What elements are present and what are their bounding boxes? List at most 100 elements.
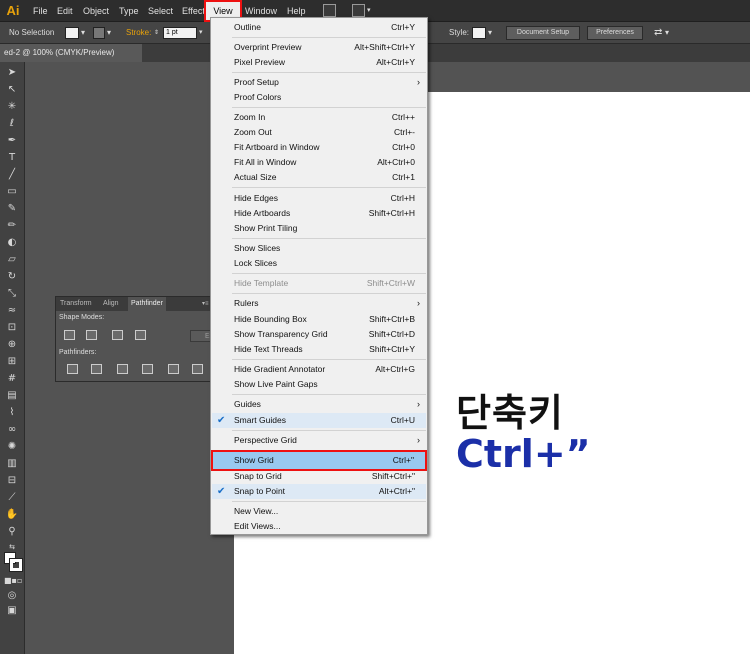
pen-tool-icon[interactable]: ✒ bbox=[4, 134, 20, 148]
blend-tool-icon[interactable]: ∞ bbox=[4, 423, 20, 437]
trim-icon[interactable] bbox=[91, 364, 102, 374]
selection-tool-icon[interactable]: ➤ bbox=[4, 66, 20, 80]
menu-item-guides[interactable]: Guides › bbox=[212, 397, 426, 412]
paintbrush-tool-icon[interactable]: ✎ bbox=[4, 202, 20, 216]
menu-item-overprint-preview[interactable]: Overprint Preview Alt+Shift+Ctrl+Y bbox=[212, 40, 426, 55]
menu-item-proof-setup[interactable]: Proof Setup › bbox=[212, 75, 426, 90]
chevron-down-icon[interactable]: ▾ bbox=[107, 22, 111, 44]
stroke-stepper-icon[interactable]: ⇕ bbox=[154, 22, 159, 44]
rectangle-tool-icon[interactable]: ▭ bbox=[4, 185, 20, 199]
shape-builder-icon[interactable]: ⊕ bbox=[4, 338, 20, 352]
gradient-tool-icon[interactable]: ▤ bbox=[4, 389, 20, 403]
menu-item-fit-all[interactable]: Fit All in Window Alt+Ctrl+0 bbox=[212, 155, 426, 170]
menu-item-snap-to-point[interactable]: ✔ Snap to Point Alt+Ctrl+" bbox=[212, 484, 426, 499]
arrange-documents-icon[interactable] bbox=[352, 4, 365, 17]
menu-item-show-slices[interactable]: Show Slices bbox=[212, 241, 426, 256]
menu-item-lock-slices[interactable]: Lock Slices bbox=[212, 256, 426, 271]
chevron-down-icon[interactable]: ▾ bbox=[488, 22, 492, 44]
symbol-sprayer-icon[interactable]: ✺ bbox=[4, 440, 20, 454]
menu-item-smart-guides[interactable]: ✔ Smart Guides Ctrl+U bbox=[212, 413, 426, 428]
menu-item-new-view[interactable]: New View... bbox=[212, 504, 426, 519]
menu-item-hide-text-threads[interactable]: Hide Text Threads Shift+Ctrl+Y bbox=[212, 342, 426, 357]
lasso-tool-icon[interactable]: ℓ bbox=[4, 117, 20, 131]
stroke-color-icon[interactable] bbox=[9, 558, 23, 572]
type-tool-icon[interactable]: T bbox=[4, 151, 20, 165]
menu-effect[interactable]: Effect bbox=[182, 0, 205, 22]
tab-transform[interactable]: Transform bbox=[60, 297, 92, 311]
fill-swatch[interactable] bbox=[65, 27, 79, 39]
stroke-swatch[interactable] bbox=[93, 27, 105, 39]
mesh-tool-icon[interactable]: # bbox=[4, 372, 20, 386]
color-mode-icon[interactable]: ■▪▫ bbox=[4, 574, 22, 588]
intersect-icon[interactable] bbox=[112, 330, 123, 340]
blob-brush-icon[interactable]: ◐ bbox=[4, 236, 20, 250]
chevron-down-icon[interactable]: ▾ bbox=[665, 22, 669, 44]
menu-object[interactable]: Object bbox=[83, 0, 109, 22]
menu-item-hide-gradient-annotator[interactable]: Hide Gradient Annotator Alt+Ctrl+G bbox=[212, 362, 426, 377]
free-transform-icon[interactable]: ⊡ bbox=[4, 321, 20, 335]
artboard-tool-icon[interactable]: ⊟ bbox=[4, 474, 20, 488]
menu-item-pixel-preview[interactable]: Pixel Preview Alt+Ctrl+Y bbox=[212, 55, 426, 70]
menu-item-zoom-out[interactable]: Zoom Out Ctrl+- bbox=[212, 125, 426, 140]
tab-pathfinder[interactable]: Pathfinder bbox=[128, 297, 166, 311]
menu-item-edit-views[interactable]: Edit Views... bbox=[212, 519, 426, 534]
direct-selection-tool-icon[interactable]: ↖ bbox=[4, 83, 20, 97]
column-graph-icon[interactable]: ▥ bbox=[4, 457, 20, 471]
menu-item-show-transparency-grid[interactable]: Show Transparency Grid Shift+Ctrl+D bbox=[212, 327, 426, 342]
crop-icon[interactable] bbox=[142, 364, 153, 374]
minus-front-icon[interactable] bbox=[86, 330, 97, 340]
tab-align[interactable]: Align bbox=[103, 297, 119, 311]
menu-select[interactable]: Select bbox=[148, 0, 173, 22]
arrange-icon[interactable]: ⇄ bbox=[654, 22, 662, 44]
menu-item-proof-colors[interactable]: Proof Colors bbox=[212, 90, 426, 105]
line-tool-icon[interactable]: ╱ bbox=[4, 168, 20, 182]
eraser-tool-icon[interactable]: ▱ bbox=[4, 253, 20, 267]
stroke-weight-field[interactable]: 1 pt bbox=[163, 27, 197, 39]
menu-item-zoom-in[interactable]: Zoom In Ctrl++ bbox=[212, 110, 426, 125]
chevron-down-icon[interactable]: ▾ bbox=[81, 22, 85, 44]
width-tool-icon[interactable]: ≈ bbox=[4, 304, 20, 318]
slice-tool-icon[interactable]: ⟋ bbox=[4, 491, 20, 505]
divide-icon[interactable] bbox=[67, 364, 78, 374]
eyedropper-icon[interactable]: ⌇ bbox=[4, 406, 20, 420]
document-tab[interactable]: ed-2 @ 100% (CMYK/Preview) bbox=[0, 44, 142, 62]
draw-mode-icon[interactable]: ◎ bbox=[4, 589, 20, 603]
menu-item-perspective-grid[interactable]: Perspective Grid › bbox=[212, 433, 426, 448]
minus-back-icon[interactable] bbox=[192, 364, 203, 374]
menu-item-rulers[interactable]: Rulers › bbox=[212, 296, 426, 311]
stroke-label[interactable]: Stroke: bbox=[126, 22, 151, 44]
perspective-grid-icon[interactable]: ⊞ bbox=[4, 355, 20, 369]
menu-item-show-grid[interactable]: Show Grid Ctrl+" bbox=[211, 450, 427, 471]
exclude-icon[interactable] bbox=[135, 330, 146, 340]
menu-item-show-live-paint-gaps[interactable]: Show Live Paint Gaps bbox=[212, 377, 426, 392]
preferences-button[interactable]: Preferences bbox=[587, 26, 643, 40]
magic-wand-icon[interactable]: ✳ bbox=[4, 100, 20, 114]
chevron-down-icon[interactable]: ▾ bbox=[199, 22, 203, 44]
menu-item-fit-artboard[interactable]: Fit Artboard in Window Ctrl+0 bbox=[212, 140, 426, 155]
menu-item-show-print-tiling[interactable]: Show Print Tiling bbox=[212, 221, 426, 236]
scale-tool-icon[interactable]: ⤡ bbox=[4, 287, 20, 301]
graphic-style-swatch[interactable] bbox=[472, 27, 486, 39]
screen-mode-icon[interactable]: ▣ bbox=[4, 604, 20, 618]
outline-icon[interactable] bbox=[168, 364, 179, 374]
menu-item-hide-bounding-box[interactable]: Hide Bounding Box Shift+Ctrl+B bbox=[212, 312, 426, 327]
menu-type[interactable]: Type bbox=[119, 0, 139, 22]
menu-file[interactable]: File bbox=[33, 0, 48, 22]
zoom-tool-icon[interactable]: ⚲ bbox=[4, 525, 20, 539]
menu-item-actual-size[interactable]: Actual Size Ctrl+1 bbox=[212, 170, 426, 185]
menu-item-hide-artboards[interactable]: Hide Artboards Shift+Ctrl+H bbox=[212, 206, 426, 221]
illustrator-logo: Ai bbox=[6, 3, 20, 18]
menu-item-outline[interactable]: Outline Ctrl+Y bbox=[212, 20, 426, 35]
panel-menu-icon[interactable]: ▾≡ bbox=[202, 297, 209, 311]
pencil-tool-icon[interactable]: ✏ bbox=[4, 219, 20, 233]
rotate-tool-icon[interactable]: ↻ bbox=[4, 270, 20, 284]
menu-edit[interactable]: Edit bbox=[57, 0, 73, 22]
unite-icon[interactable] bbox=[64, 330, 75, 340]
merge-icon[interactable] bbox=[117, 364, 128, 374]
menu-item-snap-to-grid[interactable]: Snap to Grid Shift+Ctrl+" bbox=[212, 471, 426, 483]
menu-item-hide-edges[interactable]: Hide Edges Ctrl+H bbox=[212, 191, 426, 206]
document-setup-button[interactable]: Document Setup bbox=[506, 26, 580, 40]
bridge-icon[interactable] bbox=[323, 4, 336, 17]
menu-item-label: Edit Views... bbox=[234, 521, 281, 531]
hand-tool-icon[interactable]: ✋ bbox=[4, 508, 20, 522]
